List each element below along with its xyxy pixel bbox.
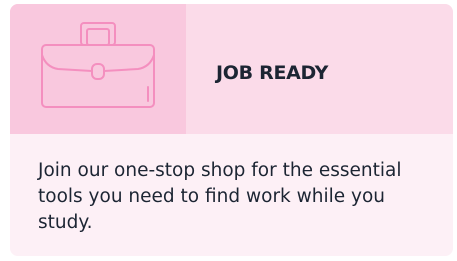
card-body: Join our one-stop shop for the essential… (10, 134, 453, 256)
card-description: Join our one-stop shop for the essential… (38, 160, 402, 233)
icon-box (10, 4, 186, 134)
briefcase-icon (41, 22, 155, 108)
card-header: JOB READY (10, 4, 453, 134)
job-ready-card[interactable]: JOB READY Join our one-stop shop for the… (10, 4, 453, 256)
card-title: JOB READY (216, 62, 329, 84)
